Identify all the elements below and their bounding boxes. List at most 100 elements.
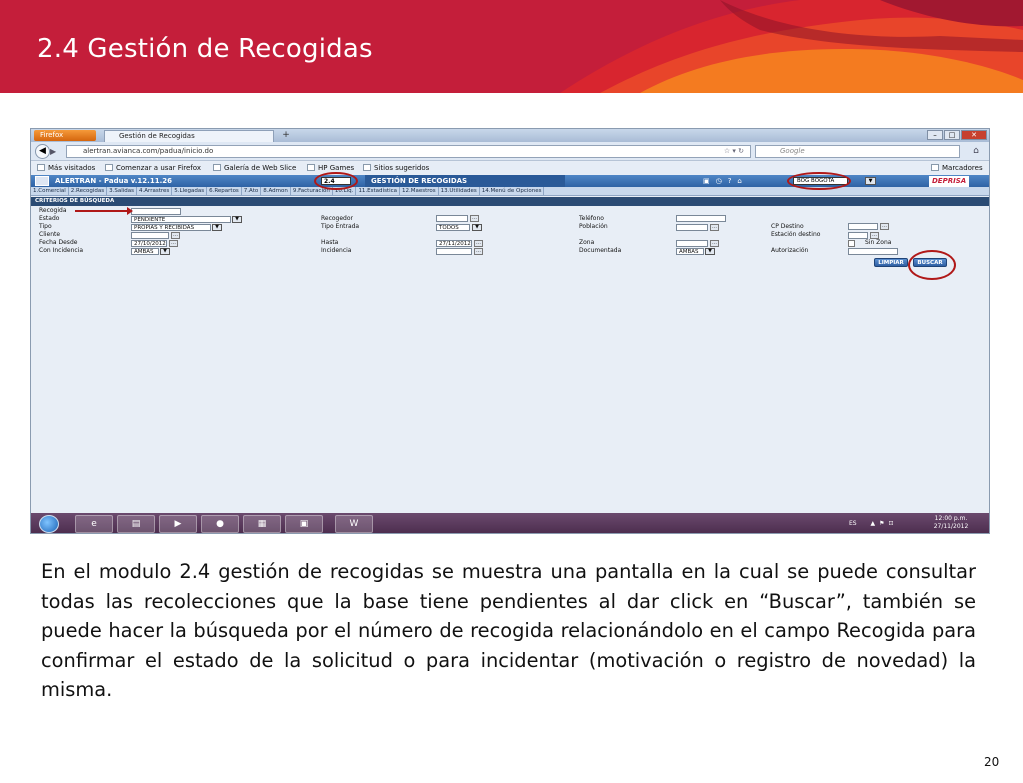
clock-date: 27/11/2012 bbox=[933, 523, 969, 530]
chevron-down-icon[interactable]: ▼ bbox=[212, 224, 222, 231]
system-tray: ES ▲⚑⊡ bbox=[849, 513, 898, 533]
recogida-input[interactable] bbox=[131, 208, 181, 215]
back-arrow-icon[interactable]: ◀ bbox=[35, 144, 50, 159]
bookmarks-menu-icon bbox=[931, 164, 939, 171]
bookmark-icon bbox=[37, 164, 45, 171]
estacion-destino-input[interactable] bbox=[848, 232, 868, 239]
media-player-icon[interactable]: ▶ bbox=[159, 515, 197, 533]
annotation-circle-module bbox=[314, 172, 358, 190]
menu-item[interactable]: 13.Utilidades bbox=[439, 187, 480, 195]
estado-select[interactable]: PENDIENTE bbox=[131, 216, 231, 223]
autorizacion-label: Autorización bbox=[771, 247, 809, 254]
menu-item[interactable]: 2.Recogidas bbox=[69, 187, 108, 195]
telefono-input[interactable] bbox=[676, 215, 726, 222]
poblacion-input[interactable] bbox=[676, 224, 708, 231]
powerpoint-icon[interactable]: ▣ bbox=[285, 515, 323, 533]
url-bar[interactable]: alertran.avianca.com/padua/inicio.do ☆ ▾… bbox=[66, 145, 751, 158]
tipo-label: Tipo bbox=[39, 223, 52, 230]
bookmark-item[interactable]: Comenzar a usar Firefox bbox=[105, 162, 201, 174]
menu-item[interactable]: 14.Menú de Opciones bbox=[480, 187, 545, 195]
incidencia-lookup-button[interactable]: … bbox=[474, 248, 483, 255]
cp-destino-lookup-button[interactable]: … bbox=[880, 223, 889, 230]
poblacion-lookup-button[interactable]: … bbox=[710, 224, 719, 231]
close-icon[interactable]: ✕ bbox=[961, 130, 987, 140]
bookmarks-menu[interactable]: Marcadores bbox=[931, 162, 983, 174]
system-clock[interactable]: 12:00 p.m. 27/11/2012 bbox=[926, 515, 976, 531]
search-form: Recogida Estado PENDIENTE ▼ Tipo PROPIAS… bbox=[31, 207, 989, 277]
menu-item[interactable]: 5.Llegadas bbox=[172, 187, 208, 195]
page-number: 20 bbox=[984, 755, 1000, 769]
browser-tab[interactable]: Gestión de Recogidas bbox=[104, 130, 274, 142]
chevron-down-icon[interactable]: ▼ bbox=[865, 177, 876, 185]
minimize-icon[interactable]: – bbox=[927, 130, 943, 140]
estacion-lookup-button[interactable]: … bbox=[870, 232, 879, 239]
tray-icons[interactable]: ▲⚑⊡ bbox=[871, 520, 898, 527]
cliente-input[interactable] bbox=[131, 232, 169, 239]
menu-item[interactable]: 3.Salidas bbox=[107, 187, 138, 195]
documentada-select[interactable]: AMBAS bbox=[676, 248, 704, 255]
bookmark-item[interactable]: Galería de Web Slice bbox=[213, 162, 296, 174]
language-indicator[interactable]: ES bbox=[849, 520, 857, 527]
cp-destino-input[interactable] bbox=[848, 223, 878, 230]
menu-item[interactable]: 11.Estadística bbox=[356, 187, 401, 195]
limpiar-button[interactable]: LIMPIAR bbox=[874, 258, 908, 267]
file-explorer-icon[interactable]: ▤ bbox=[117, 515, 155, 533]
hasta-label: Hasta bbox=[321, 239, 339, 246]
new-tab-button[interactable]: + bbox=[277, 131, 295, 141]
header-tool-icons[interactable]: ▣◷?⌂ bbox=[703, 175, 748, 187]
con-incidencia-select[interactable]: AMBAS bbox=[131, 248, 159, 255]
word-icon[interactable]: W bbox=[335, 515, 373, 533]
fecha-desde-label: Fecha Desde bbox=[39, 239, 78, 246]
bookmark-icon bbox=[363, 164, 371, 171]
fecha-desde-input[interactable]: 27/10/2012 bbox=[131, 240, 167, 247]
calendar-icon[interactable]: … bbox=[169, 240, 178, 247]
slide-description: En el modulo 2.4 gestión de recogidas se… bbox=[41, 560, 976, 701]
results-area bbox=[31, 279, 989, 513]
browser-titlebar: Firefox Gestión de Recogidas + – □ ✕ bbox=[31, 129, 989, 142]
internet-explorer-icon[interactable]: e bbox=[75, 515, 113, 533]
start-button[interactable] bbox=[39, 515, 59, 533]
app-name: ALERTRAN - Padua v.12.11.26 bbox=[55, 177, 172, 185]
recogedor-label: Recogedor bbox=[321, 215, 354, 222]
chevron-down-icon[interactable]: ▼ bbox=[705, 248, 715, 255]
cliente-lookup-button[interactable]: … bbox=[171, 232, 180, 239]
chevron-down-icon[interactable]: ▼ bbox=[472, 224, 482, 231]
firefox-menu-button[interactable]: Firefox bbox=[34, 130, 96, 141]
brand-logo: DEPRISA bbox=[929, 176, 970, 187]
search-input[interactable]: Google bbox=[755, 145, 960, 158]
reload-icon[interactable]: ☆ ▾ ↻ bbox=[724, 146, 744, 157]
menu-item[interactable]: 7.Ato bbox=[242, 187, 262, 195]
app-icon[interactable]: ▦ bbox=[243, 515, 281, 533]
hasta-input[interactable]: 27/11/2012 bbox=[436, 240, 472, 247]
bookmark-icon bbox=[105, 164, 113, 171]
maximize-icon[interactable]: □ bbox=[944, 130, 960, 140]
module-title: GESTIÓN DE RECOGIDAS bbox=[365, 175, 565, 187]
header-banner: 2.4 Gestión de Recogidas bbox=[0, 0, 1023, 93]
recogedor-lookup-button[interactable]: … bbox=[470, 215, 479, 222]
chevron-down-icon[interactable]: ▼ bbox=[160, 248, 170, 255]
firefox-icon[interactable]: ● bbox=[201, 515, 239, 533]
menu-item[interactable]: 4.Arrastres bbox=[137, 187, 173, 195]
bookmark-item[interactable]: Sitios sugeridos bbox=[363, 162, 429, 174]
chevron-down-icon[interactable]: ▼ bbox=[232, 216, 242, 223]
poblacion-label: Población bbox=[579, 223, 608, 230]
sin-zona-checkbox[interactable] bbox=[848, 240, 855, 247]
tipo-entrada-select[interactable]: TODOS bbox=[436, 224, 470, 231]
bookmark-item[interactable]: Más visitados bbox=[37, 162, 95, 174]
menu-item[interactable]: 8.Admon bbox=[261, 187, 291, 195]
menu-item[interactable]: 6.Repartos bbox=[207, 187, 242, 195]
window-controls: – □ ✕ bbox=[927, 130, 987, 140]
menu-item[interactable]: 12.Maestros bbox=[400, 187, 439, 195]
incidencia-input[interactable] bbox=[436, 248, 472, 255]
autorizacion-input[interactable] bbox=[848, 248, 898, 255]
menu-item[interactable]: 1.Comercial bbox=[31, 187, 69, 195]
sin-zona-label: Sin Zona bbox=[865, 239, 892, 246]
zona-input[interactable] bbox=[676, 240, 708, 247]
zona-lookup-button[interactable]: … bbox=[710, 240, 719, 247]
bookmark-icon bbox=[307, 164, 315, 171]
tipo-select[interactable]: PROPIAS Y RECIBIDAS bbox=[131, 224, 211, 231]
calendar-icon[interactable]: … bbox=[474, 240, 483, 247]
recogedor-input[interactable] bbox=[436, 215, 468, 222]
home-icon[interactable]: ⌂ bbox=[969, 145, 983, 158]
forward-arrow-icon[interactable]: ▶ bbox=[50, 146, 62, 157]
